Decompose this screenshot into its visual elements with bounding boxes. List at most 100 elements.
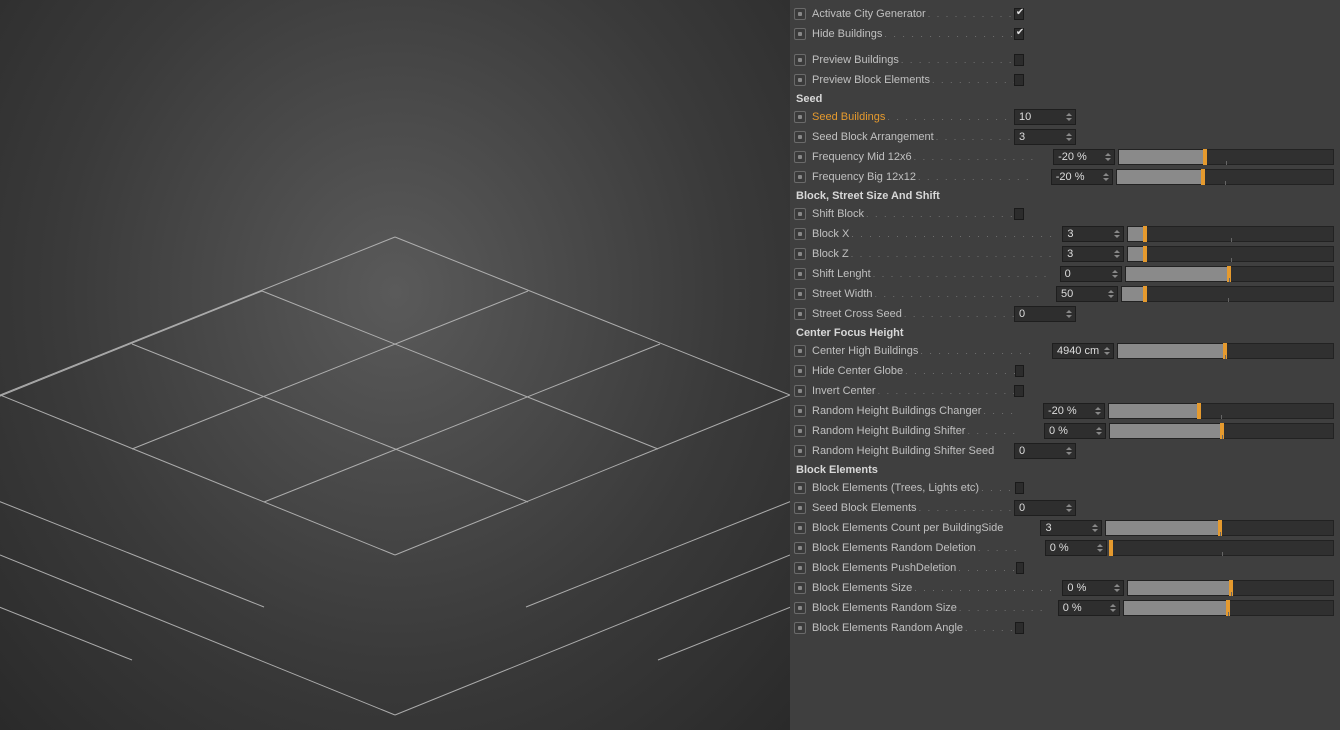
input-street-cross-seed[interactable]: 0 xyxy=(1014,306,1076,322)
spinner-icon[interactable] xyxy=(1066,130,1074,144)
anim-key-icon[interactable] xyxy=(794,522,806,534)
label-block-elements-push-del: Block Elements PushDeletion xyxy=(812,562,956,574)
input-seed-block-arrangement[interactable]: 3 xyxy=(1014,129,1076,145)
slider-rand-height-shifter[interactable] xyxy=(1109,423,1334,439)
input-freq-mid[interactable]: -20 % xyxy=(1053,149,1115,165)
input-freq-big[interactable]: -20 % xyxy=(1051,169,1113,185)
slider-rand-height-changer[interactable] xyxy=(1108,403,1334,419)
checkbox-activate-city[interactable] xyxy=(1014,8,1024,20)
anim-key-icon[interactable] xyxy=(794,111,806,123)
checkbox-invert-center[interactable] xyxy=(1014,385,1024,397)
anim-key-icon[interactable] xyxy=(794,502,806,514)
spinner-icon[interactable] xyxy=(1114,227,1122,241)
checkbox-hide-globe[interactable] xyxy=(1015,365,1024,377)
slider-center-high[interactable] xyxy=(1117,343,1334,359)
spinner-icon[interactable] xyxy=(1110,601,1118,615)
label-preview-block-elements: Preview Block Elements xyxy=(812,74,930,86)
input-seed-block-elements[interactable]: 0 xyxy=(1014,500,1076,516)
anim-key-icon[interactable] xyxy=(794,365,806,377)
checkbox-hide-buildings[interactable] xyxy=(1014,28,1024,40)
spinner-icon[interactable] xyxy=(1092,521,1100,535)
anim-key-icon[interactable] xyxy=(794,268,806,280)
anim-key-icon[interactable] xyxy=(794,445,806,457)
spinner-icon[interactable] xyxy=(1103,170,1111,184)
checkbox-push-deletion[interactable] xyxy=(1016,562,1024,574)
input-rand-height-shifter[interactable]: 0 % xyxy=(1044,423,1106,439)
label-seed-buildings: Seed Buildings xyxy=(812,111,885,123)
anim-key-icon[interactable] xyxy=(794,54,806,66)
anim-key-icon[interactable] xyxy=(794,8,806,20)
anim-key-icon[interactable] xyxy=(794,345,806,357)
spinner-icon[interactable] xyxy=(1114,581,1122,595)
slider-street-width[interactable] xyxy=(1121,286,1334,302)
checkbox-preview-block-elements[interactable] xyxy=(1014,74,1024,86)
spinner-icon[interactable] xyxy=(1114,247,1122,261)
spinner-icon[interactable] xyxy=(1108,287,1116,301)
slider-freq-mid[interactable] xyxy=(1118,149,1334,165)
checkbox-preview-buildings[interactable] xyxy=(1014,54,1024,66)
checkbox-block-elements[interactable] xyxy=(1015,482,1024,494)
anim-key-icon[interactable] xyxy=(794,288,806,300)
input-shift-length[interactable]: 0 xyxy=(1060,266,1122,282)
anim-key-icon[interactable] xyxy=(794,171,806,183)
label-block-elements-count: Block Elements Count per BuildingSide xyxy=(812,522,1003,534)
slider-block-elements-rand-del[interactable] xyxy=(1110,540,1334,556)
anim-key-icon[interactable] xyxy=(794,131,806,143)
input-block-elements-size[interactable]: 0 % xyxy=(1062,580,1124,596)
label-seed-block-elements: Seed Block Elements xyxy=(812,502,917,514)
spinner-icon[interactable] xyxy=(1066,444,1074,458)
input-seed-buildings[interactable]: 10 xyxy=(1014,109,1076,125)
viewport-3d[interactable] xyxy=(0,0,790,730)
label-hide-globe: Hide Center Globe xyxy=(812,365,903,377)
input-street-width[interactable]: 50 xyxy=(1056,286,1118,302)
input-center-high[interactable]: 4940 cm xyxy=(1052,343,1114,359)
slider-shift-length[interactable] xyxy=(1125,266,1334,282)
spinner-icon[interactable] xyxy=(1097,541,1105,555)
anim-key-icon[interactable] xyxy=(794,28,806,40)
anim-key-icon[interactable] xyxy=(794,425,806,437)
slider-block-elements-size[interactable] xyxy=(1127,580,1334,596)
section-center: Center Focus Height xyxy=(794,327,1334,339)
slider-block-x[interactable] xyxy=(1127,226,1334,242)
label-street-width: Street Width xyxy=(812,288,873,300)
anim-key-icon[interactable] xyxy=(794,602,806,614)
input-block-elements-count[interactable]: 3 xyxy=(1040,520,1102,536)
spinner-icon[interactable] xyxy=(1104,344,1112,358)
spinner-icon[interactable] xyxy=(1066,307,1074,321)
spinner-icon[interactable] xyxy=(1112,267,1120,281)
anim-key-icon[interactable] xyxy=(794,248,806,260)
spinner-icon[interactable] xyxy=(1066,110,1074,124)
anim-key-icon[interactable] xyxy=(794,151,806,163)
slider-block-elements-count[interactable] xyxy=(1105,520,1334,536)
label-seed-block-arrangement: Seed Block Arrangement xyxy=(812,131,934,143)
input-rand-height-changer[interactable]: -20 % xyxy=(1043,403,1105,419)
section-elements: Block Elements xyxy=(794,464,1334,476)
spinner-icon[interactable] xyxy=(1095,404,1103,418)
anim-key-icon[interactable] xyxy=(794,228,806,240)
input-rand-height-shifter-seed[interactable]: 0 xyxy=(1014,443,1076,459)
spinner-icon[interactable] xyxy=(1096,424,1104,438)
input-block-x[interactable]: 3 xyxy=(1062,226,1124,242)
anim-key-icon[interactable] xyxy=(794,208,806,220)
anim-key-icon[interactable] xyxy=(794,562,806,574)
anim-key-icon[interactable] xyxy=(794,622,806,634)
input-block-z[interactable]: 3 xyxy=(1062,246,1124,262)
slider-block-z[interactable] xyxy=(1127,246,1334,262)
slider-block-elements-rand-size[interactable] xyxy=(1123,600,1334,616)
label-block-elements-rand-del: Block Elements Random Deletion xyxy=(812,542,976,554)
anim-key-icon[interactable] xyxy=(794,405,806,417)
spinner-icon[interactable] xyxy=(1105,150,1113,164)
anim-key-icon[interactable] xyxy=(794,385,806,397)
input-block-elements-rand-size[interactable]: 0 % xyxy=(1058,600,1120,616)
input-block-elements-rand-del[interactable]: 0 % xyxy=(1045,540,1107,556)
checkbox-rand-angle[interactable] xyxy=(1015,622,1024,634)
label-rand-height-shifter: Random Height Building Shifter xyxy=(812,425,965,437)
anim-key-icon[interactable] xyxy=(794,482,806,494)
anim-key-icon[interactable] xyxy=(794,542,806,554)
slider-freq-big[interactable] xyxy=(1116,169,1334,185)
anim-key-icon[interactable] xyxy=(794,74,806,86)
spinner-icon[interactable] xyxy=(1066,501,1074,515)
checkbox-shift-block[interactable] xyxy=(1014,208,1024,220)
anim-key-icon[interactable] xyxy=(794,582,806,594)
anim-key-icon[interactable] xyxy=(794,308,806,320)
